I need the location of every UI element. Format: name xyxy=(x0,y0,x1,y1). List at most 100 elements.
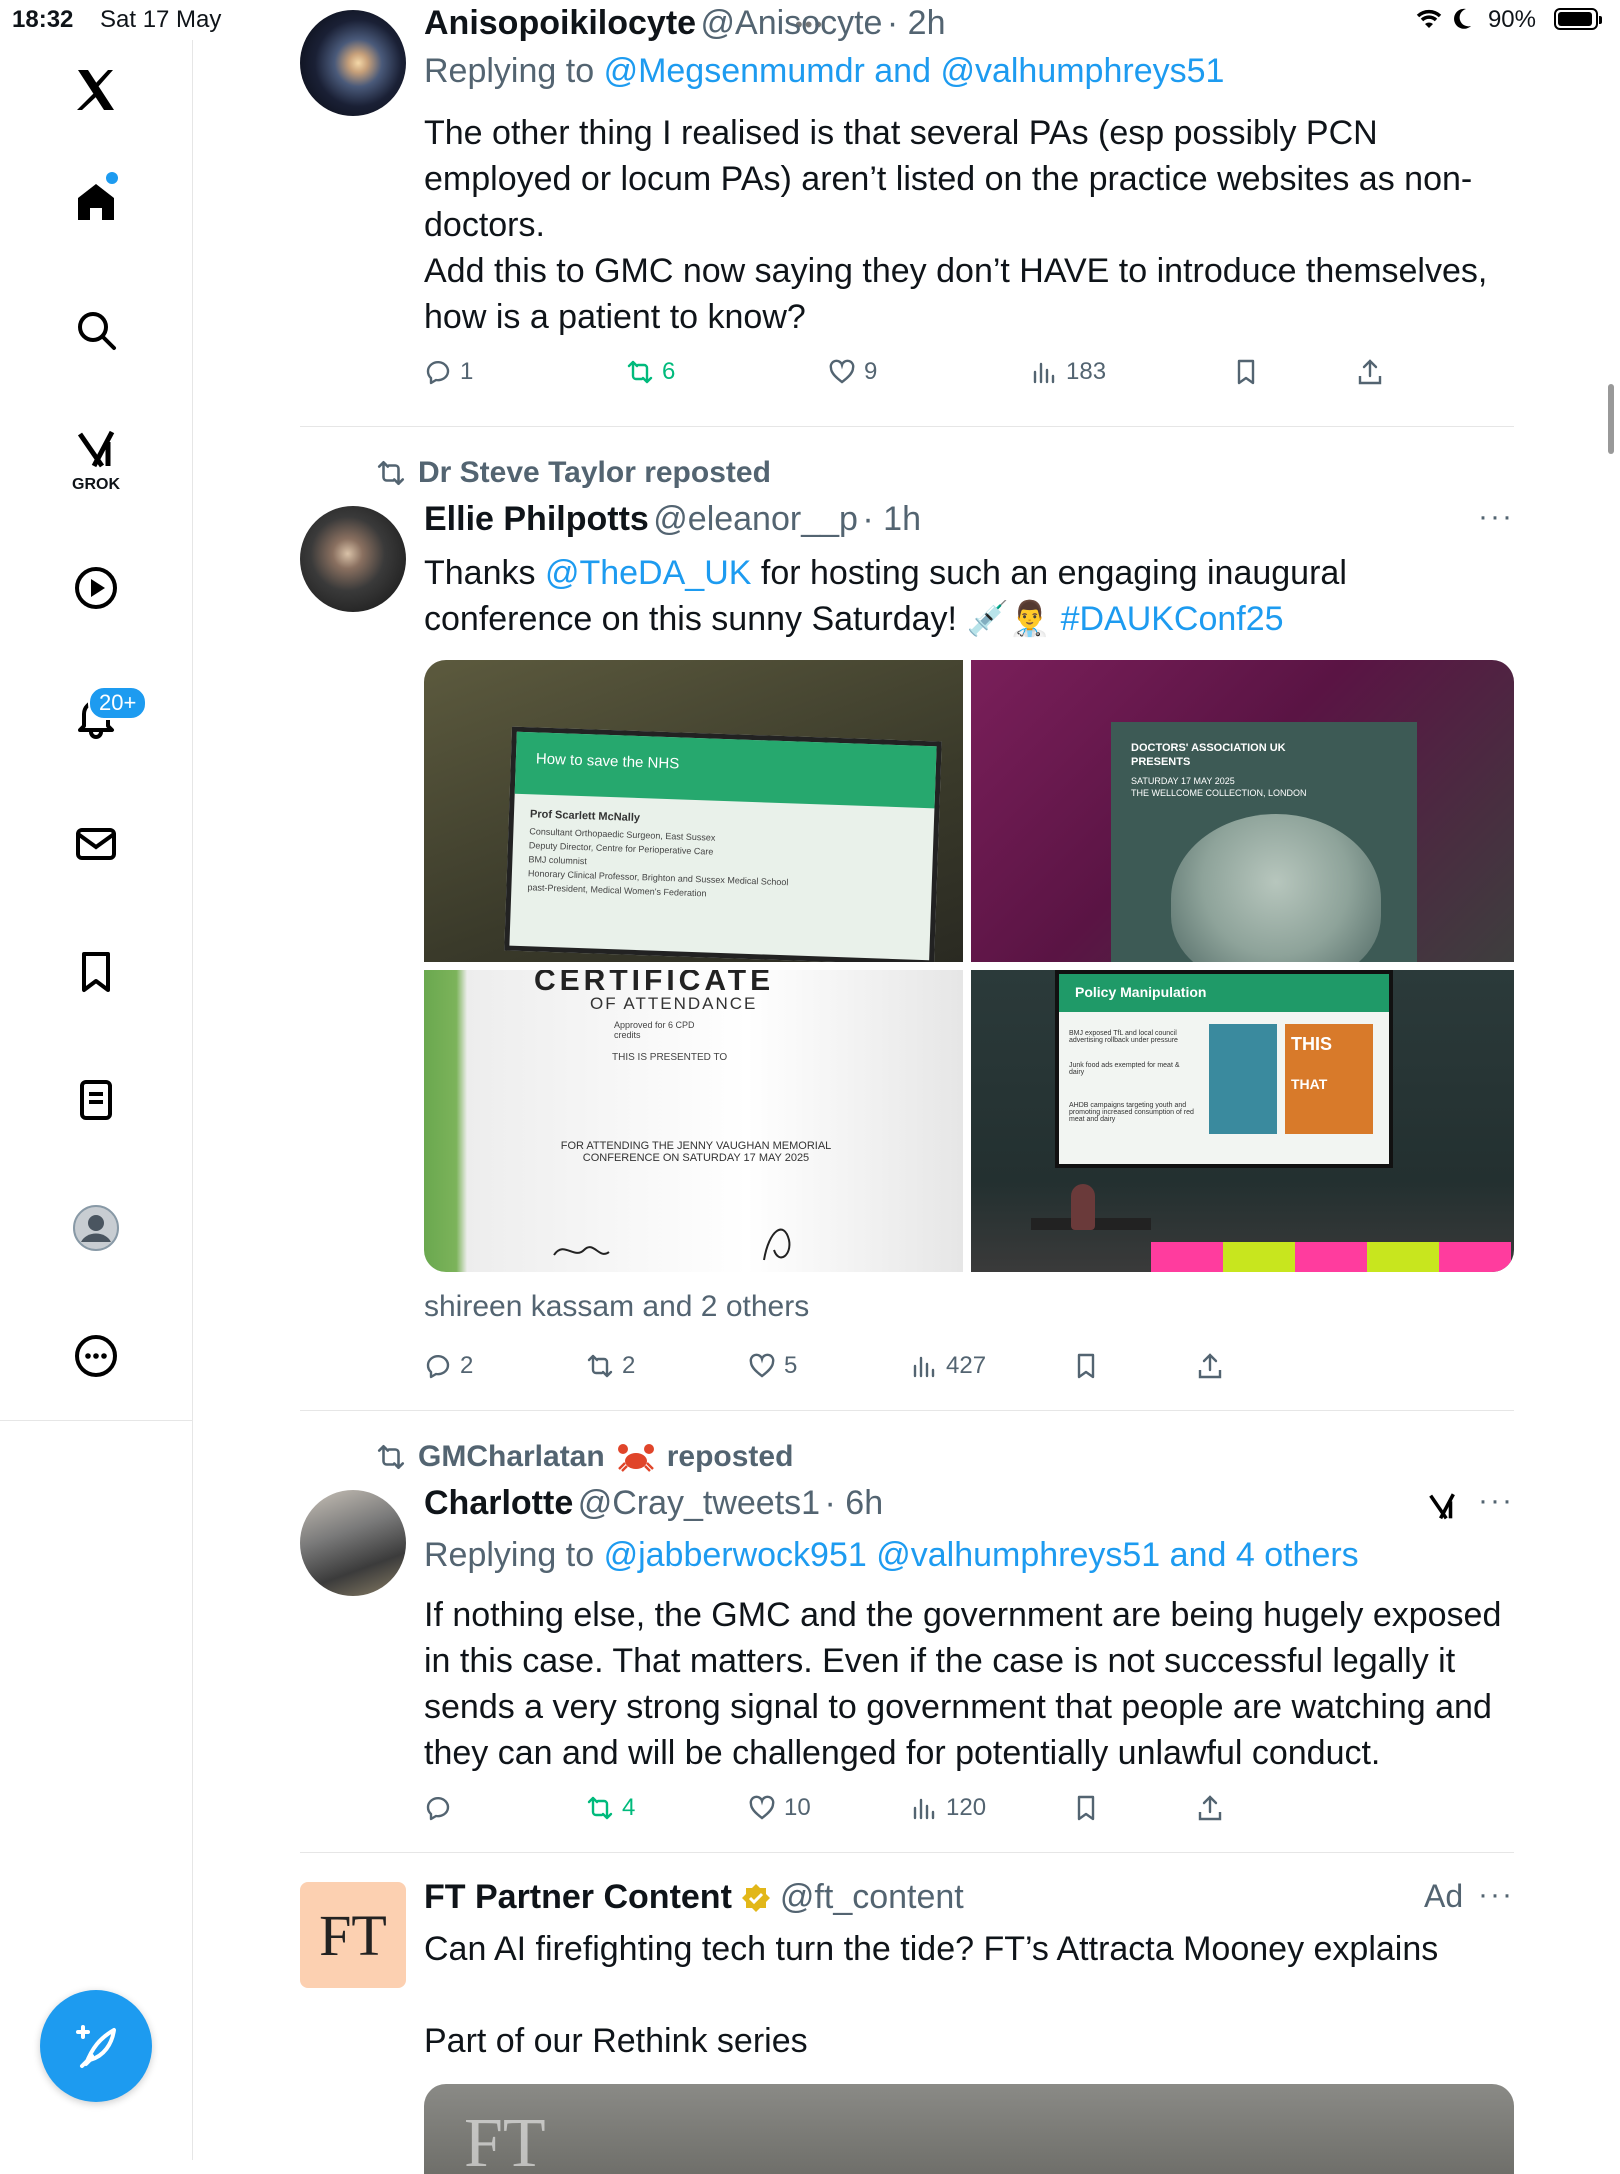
share-button[interactable] xyxy=(1196,1352,1224,1380)
like-button[interactable]: 9 xyxy=(828,358,877,386)
battery-percent: 90% xyxy=(1487,6,1536,33)
tweet-header: FT Partner Content @ft_content xyxy=(424,1878,964,1917)
views-button[interactable]: 120 xyxy=(910,1794,986,1822)
slide-line: Deputy Director, Centre for Perioperativ… xyxy=(528,840,714,857)
bookmarks-icon[interactable] xyxy=(64,940,128,1004)
liked-by[interactable]: shireen kassam and 2 others xyxy=(424,1290,809,1324)
reply-button[interactable] xyxy=(424,1794,460,1822)
bookmark-button[interactable] xyxy=(1232,358,1260,386)
certificate-for: FOR ATTENDING THE JENNY VAUGHAN MEMORIAL… xyxy=(560,1140,832,1164)
ad-media[interactable]: FT xyxy=(424,2084,1514,2174)
avatar[interactable] xyxy=(300,1490,406,1596)
x-logo-icon[interactable] xyxy=(64,58,128,122)
signature-scribble xyxy=(553,1228,791,1261)
reposted-by: Dr Steve Taylor reposted xyxy=(418,456,771,489)
tweet-text: Thanks @TheDA_UK for hosting such an eng… xyxy=(424,550,1524,642)
reply-icon xyxy=(426,1796,450,1821)
certificate-presented: THIS IS PRESENTED TO xyxy=(612,1052,728,1063)
like-button[interactable]: 5 xyxy=(748,1352,797,1380)
video-play-icon[interactable] xyxy=(64,556,128,620)
reply-button[interactable]: 2 xyxy=(424,1352,473,1380)
sidebar-divider xyxy=(0,1420,192,1421)
views-chart-icon xyxy=(1033,362,1055,384)
media-image-2[interactable]: DOCTORS' ASSOCIATION UK PRESENTS SATURDA… xyxy=(971,660,1514,962)
post-time[interactable]: · 2h xyxy=(887,4,946,42)
replying-to-users[interactable]: @jabberwock951 @valhumphreys51 and 4 oth… xyxy=(604,1536,1359,1574)
views-button[interactable]: 427 xyxy=(910,1352,986,1380)
author-handle[interactable]: @eleanor__p xyxy=(653,500,858,538)
home-unread-dot xyxy=(106,172,118,184)
reply-count: 1 xyxy=(460,358,474,385)
media-image-4[interactable]: Policy Manipulation BMJ exposed TfL and … xyxy=(971,970,1514,1272)
bookmark-button[interactable] xyxy=(1072,1794,1100,1822)
tweet-text: Can AI firefighting tech turn the tide? … xyxy=(424,1930,1439,1968)
like-button[interactable]: 10 xyxy=(748,1794,811,1822)
grok-icon[interactable] xyxy=(64,418,128,482)
share-icon xyxy=(1358,359,1382,385)
share-button[interactable] xyxy=(1356,358,1384,386)
messages-mail-icon[interactable] xyxy=(64,812,128,876)
more-options-icon[interactable]: ··· xyxy=(1478,1878,1514,1912)
media-image-1[interactable]: How to save the NHS Prof Scarlett McNall… xyxy=(424,660,963,962)
repost-context[interactable]: Dr Steve Taylor reposted xyxy=(376,456,771,490)
more-options-icon[interactable]: ··· xyxy=(1478,500,1514,534)
repost-button[interactable]: 4 xyxy=(586,1794,635,1822)
author-name[interactable]: Charlotte xyxy=(424,1484,573,1522)
author-name[interactable]: Ellie Philpotts xyxy=(424,500,649,538)
avatar[interactable] xyxy=(300,10,406,116)
more-options-icon[interactable]: ··· xyxy=(1478,1484,1514,1518)
profile-avatar-icon[interactable] xyxy=(64,1196,128,1260)
author-name[interactable]: FT Partner Content xyxy=(424,1878,732,1917)
like-count: 10 xyxy=(784,1794,811,1821)
grok-explain-icon[interactable] xyxy=(1424,1490,1460,1529)
home-icon[interactable] xyxy=(64,170,128,234)
tweet-text: If nothing else, the GMC and the governm… xyxy=(424,1596,1502,1772)
crab-emoji-icon xyxy=(617,1444,654,1472)
tweet-header: Charlotte @Cray_tweets1 · 6h xyxy=(424,1484,883,1523)
lists-icon[interactable] xyxy=(64,1068,128,1132)
repost-icon xyxy=(377,1445,405,1469)
hashtag-link[interactable]: #DAUKConf25 xyxy=(1061,600,1284,638)
replying-to-users[interactable]: @Megsenmumdr and @valhumphreys51 xyxy=(604,52,1225,90)
post-time[interactable]: · 1h xyxy=(862,500,921,538)
reply-button[interactable]: 1 xyxy=(424,358,473,386)
repost-context[interactable]: GMCharlatan reposted xyxy=(376,1440,793,1474)
policy-bullet: Junk food ads exempted for meat & dairy xyxy=(1069,1062,1180,1076)
ft-avatar[interactable]: FT xyxy=(300,1882,406,1988)
mention-link[interactable]: @TheDA_UK xyxy=(545,554,751,592)
tweet-actions: 1 6 9 183 xyxy=(424,358,1514,394)
reposted-by-name: GMCharlatan xyxy=(418,1440,605,1473)
slide-line: past-President, Medical Women's Federati… xyxy=(527,882,707,899)
scrollbar[interactable] xyxy=(1608,384,1614,454)
repost-count: 6 xyxy=(662,358,676,385)
ad-media-logo: FT xyxy=(464,2105,546,2174)
like-count: 9 xyxy=(864,358,878,385)
bookmark-icon xyxy=(1077,1353,1095,1379)
author-handle[interactable]: @Anisocyte xyxy=(701,4,883,42)
avatar[interactable] xyxy=(300,506,406,612)
search-icon[interactable] xyxy=(64,298,128,362)
notifications-badge: 20+ xyxy=(88,686,148,720)
tweet-actions: 2 2 5 427 xyxy=(424,1352,1514,1388)
replying-to-prefix: Replying to xyxy=(424,52,595,90)
share-button[interactable] xyxy=(1196,1794,1224,1822)
author-handle[interactable]: @Cray_tweets1 xyxy=(578,1484,820,1522)
compose-post-button[interactable] xyxy=(40,1990,152,2102)
repost-button[interactable]: 2 xyxy=(586,1352,635,1380)
share-icon xyxy=(1198,1795,1222,1821)
author-handle[interactable]: @ft_content xyxy=(780,1878,964,1917)
media-grid: How to save the NHS Prof Scarlett McNall… xyxy=(424,660,1514,1272)
bookmark-button[interactable] xyxy=(1072,1352,1100,1380)
heart-icon xyxy=(749,1795,775,1820)
media-image-3[interactable]: CERTIFICATE OF ATTENDANCE Approved for 6… xyxy=(424,970,963,1272)
more-options-icon[interactable] xyxy=(64,1324,128,1388)
view-count: 120 xyxy=(946,1794,987,1821)
author-name[interactable]: Anisopoikilocyte xyxy=(424,4,696,42)
tweet-header: Ellie Philpotts @eleanor__p · 1h xyxy=(424,500,921,539)
slide-screen: How to save the NHS Prof Scarlett McNall… xyxy=(504,726,942,962)
post-time[interactable]: · 6h xyxy=(825,1484,884,1522)
views-chart-icon xyxy=(913,1356,935,1378)
tweet-divider xyxy=(300,1410,1514,1411)
views-button[interactable]: 183 xyxy=(1030,358,1106,386)
repost-button[interactable]: 6 xyxy=(626,358,675,386)
